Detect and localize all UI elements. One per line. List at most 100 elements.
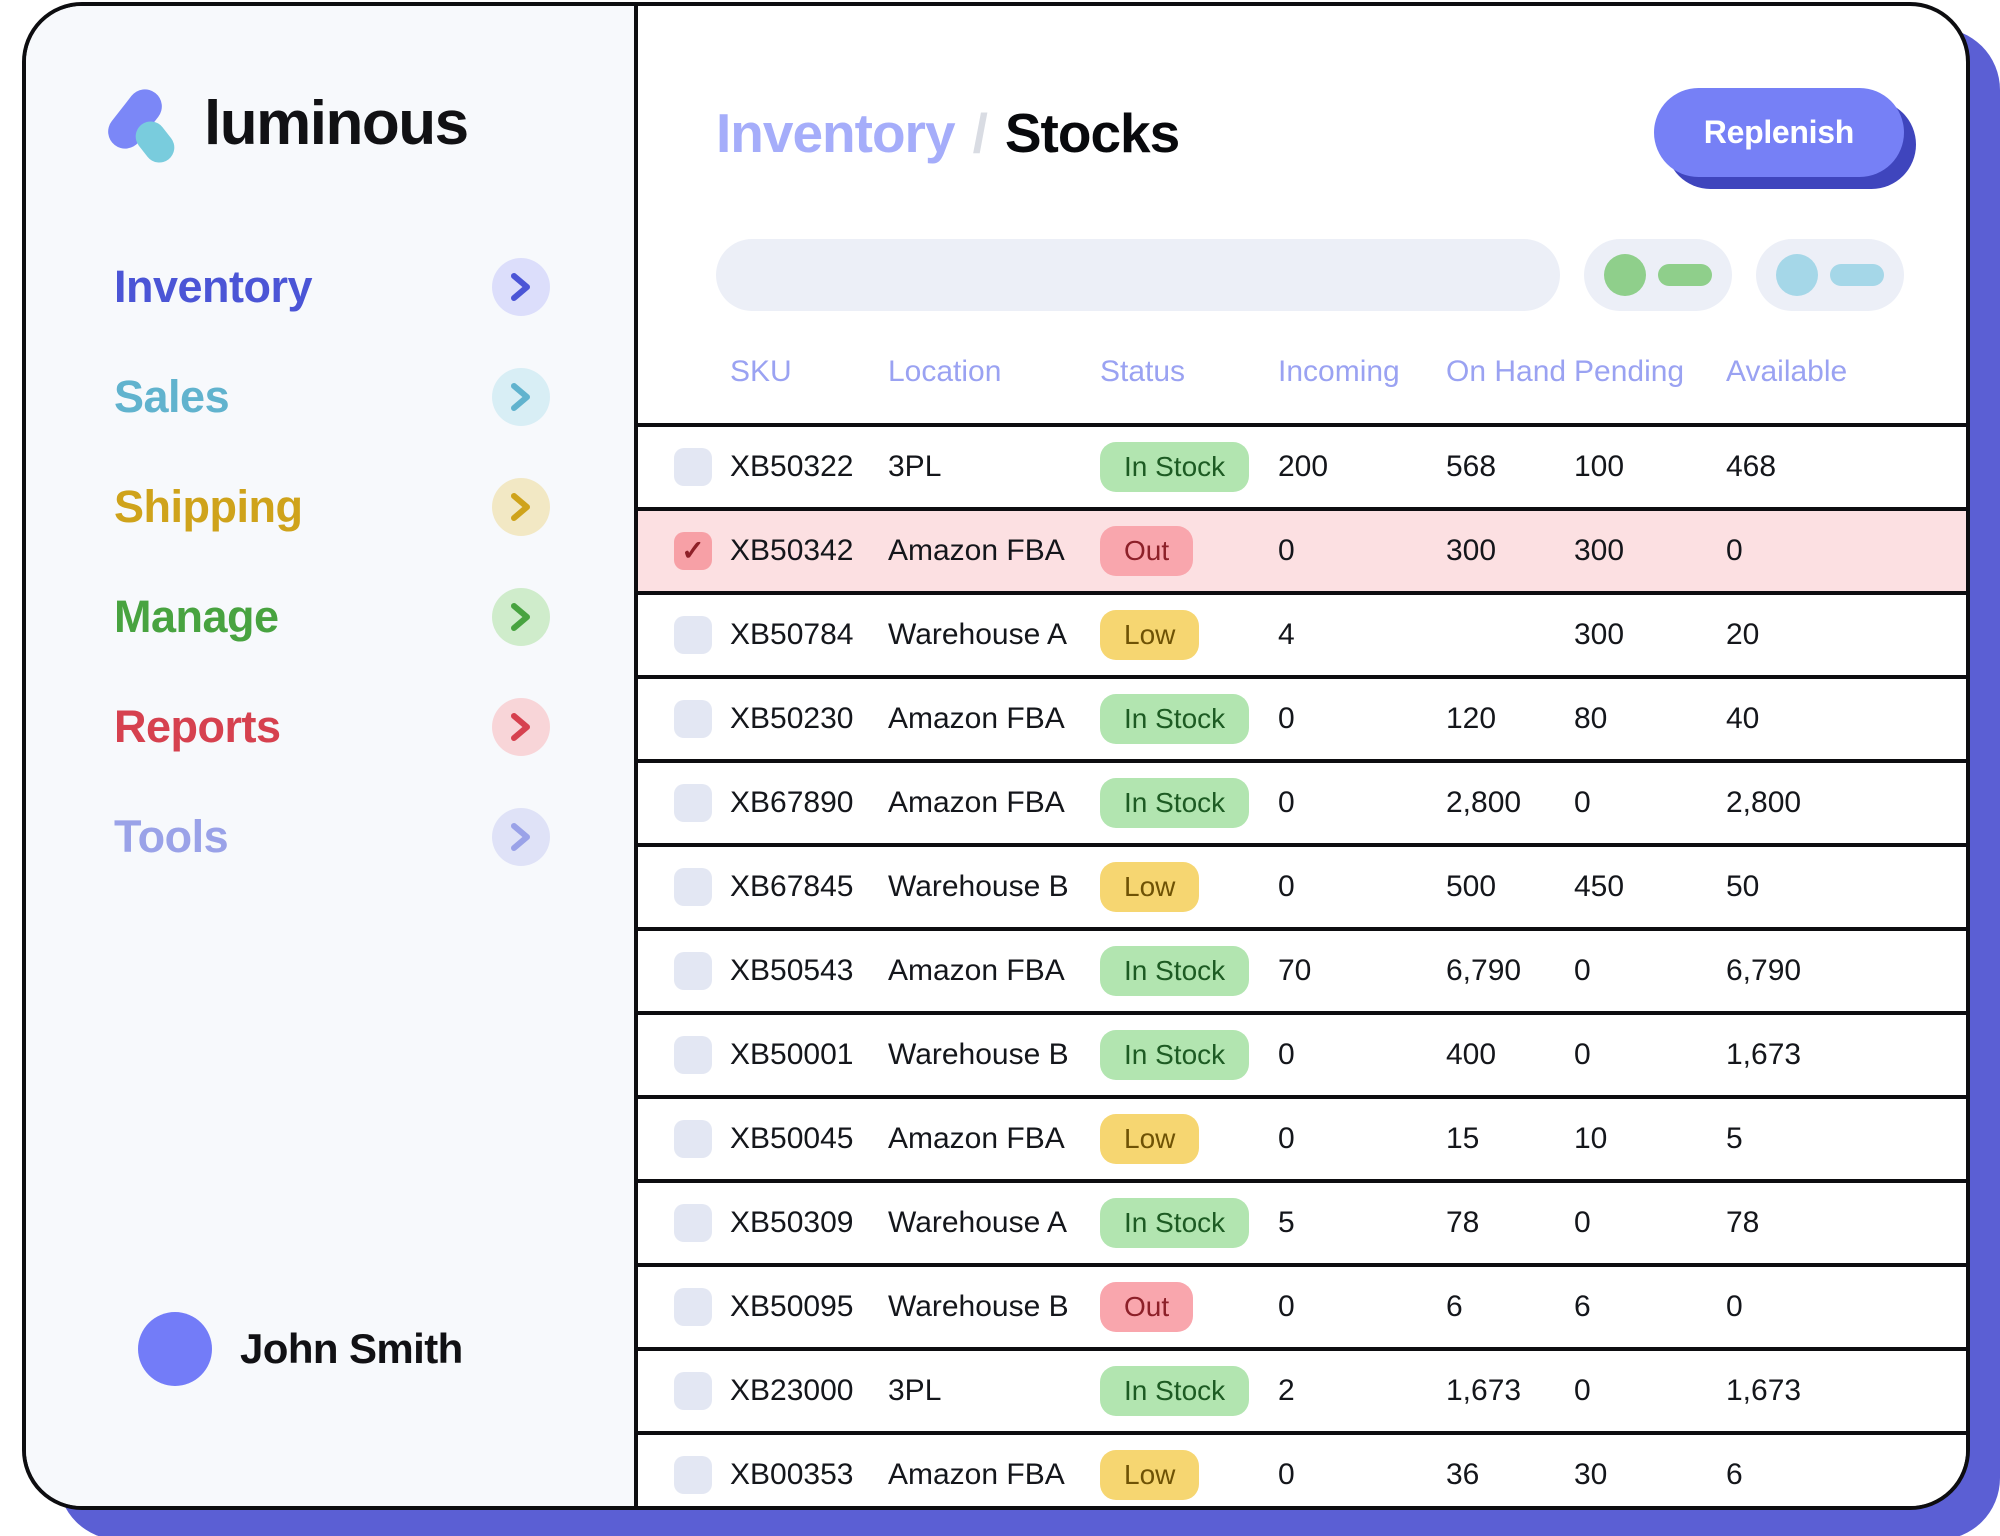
cell-sku: XB50230 xyxy=(730,702,854,735)
cell-on-hand: 500 xyxy=(1446,870,1497,903)
cell-status: In Stock xyxy=(1100,1198,1278,1248)
cell-available: 6 xyxy=(1726,1458,1743,1491)
sidebar-item-sales[interactable]: Sales xyxy=(114,368,550,426)
cell-sku: XB50001 xyxy=(730,1038,854,1071)
column-header-available[interactable]: Available xyxy=(1726,355,1966,389)
filter-chip-green[interactable] xyxy=(1584,239,1732,311)
cell-available: 0 xyxy=(1726,534,1743,567)
sidebar-item-tools[interactable]: Tools xyxy=(114,808,550,866)
main-content: Inventory / Stocks Replenish SKU Locatio… xyxy=(638,6,1966,1506)
cell-available: 5 xyxy=(1726,1122,1743,1155)
chevron-right-icon[interactable] xyxy=(492,368,550,426)
replenish-button[interactable]: Replenish xyxy=(1653,88,1904,177)
status-badge: Out xyxy=(1100,1282,1194,1332)
user-profile[interactable]: John Smith xyxy=(26,1312,634,1506)
column-header-status[interactable]: Status xyxy=(1100,355,1278,389)
row-checkbox[interactable] xyxy=(674,1036,712,1074)
table-row[interactable]: XB50322 3PL In Stock 200 568 100 468 xyxy=(638,427,1966,511)
chevron-right-icon[interactable] xyxy=(492,258,550,316)
row-checkbox-cell xyxy=(638,1456,730,1494)
cell-incoming: 0 xyxy=(1278,786,1295,819)
cell-on-hand: 6,790 xyxy=(1446,954,1522,987)
cell-status: Low xyxy=(1100,1114,1278,1164)
row-checkbox-cell xyxy=(638,868,730,906)
table-row[interactable]: ✓ XB50342 Amazon FBA Out 0 300 300 0 xyxy=(638,511,1966,595)
sidebar-item-inventory[interactable]: Inventory xyxy=(114,258,550,316)
row-checkbox[interactable]: ✓ xyxy=(674,532,712,570)
cell-on-hand: 36 xyxy=(1446,1458,1480,1491)
luminous-logo-icon xyxy=(101,82,186,169)
table-row[interactable]: XB50230 Amazon FBA In Stock 0 120 80 40 xyxy=(638,679,1966,763)
table-row[interactable]: XB50001 Warehouse B In Stock 0 400 0 1,673 xyxy=(638,1015,1966,1099)
cell-available: 1,673 xyxy=(1726,1038,1802,1071)
cell-on-hand: 400 xyxy=(1446,1038,1497,1071)
row-checkbox[interactable] xyxy=(674,448,712,486)
app-window: luminous Inventory Sales Shipping Manage Rep… xyxy=(22,2,1970,1510)
chevron-right-icon[interactable] xyxy=(492,808,550,866)
column-header-on-hand[interactable]: On Hand xyxy=(1446,355,1574,389)
row-checkbox-cell xyxy=(638,616,730,654)
row-checkbox[interactable] xyxy=(674,1456,712,1494)
row-checkbox[interactable] xyxy=(674,1372,712,1410)
row-checkbox[interactable] xyxy=(674,700,712,738)
cell-available: 1,673 xyxy=(1726,1374,1802,1407)
cell-pending: 30 xyxy=(1574,1458,1608,1491)
page-title: Stocks xyxy=(1004,101,1180,164)
brand-logo[interactable]: luminous xyxy=(26,6,634,169)
sidebar-item-manage[interactable]: Manage xyxy=(114,588,550,646)
cell-pending: 0 xyxy=(1574,954,1591,987)
cell-pending: 0 xyxy=(1574,1374,1591,1407)
row-checkbox-cell xyxy=(638,700,730,738)
row-checkbox[interactable] xyxy=(674,1204,712,1242)
cell-on-hand: 6 xyxy=(1446,1290,1463,1323)
table-row[interactable]: XB67845 Warehouse B Low 0 500 450 50 xyxy=(638,847,1966,931)
filter-chip-blue[interactable] xyxy=(1756,239,1904,311)
row-checkbox-cell xyxy=(638,952,730,990)
cell-pending: 100 xyxy=(1574,450,1625,483)
cell-available: 20 xyxy=(1726,618,1760,651)
sidebar-item-label: Shipping xyxy=(114,481,303,532)
cell-pending: 0 xyxy=(1574,786,1591,819)
table-row[interactable]: XB67890 Amazon FBA In Stock 0 2,800 0 2,800 xyxy=(638,763,1966,847)
table-row[interactable]: XB50045 Amazon FBA Low 0 15 10 5 xyxy=(638,1099,1966,1183)
column-header-sku[interactable]: SKU xyxy=(730,355,888,389)
sidebar-item-shipping[interactable]: Shipping xyxy=(114,478,550,536)
sidebar-item-reports[interactable]: Reports xyxy=(114,698,550,756)
cell-pending: 80 xyxy=(1574,702,1608,735)
status-badge: In Stock xyxy=(1100,1198,1250,1248)
cell-location: Amazon FBA xyxy=(888,954,1065,987)
table-row[interactable]: XB50309 Warehouse A In Stock 5 78 0 78 xyxy=(638,1183,1966,1267)
chevron-right-icon[interactable] xyxy=(492,478,550,536)
row-checkbox-cell: ✓ xyxy=(638,532,730,570)
cell-location: Warehouse B xyxy=(888,870,1069,903)
row-checkbox[interactable] xyxy=(674,616,712,654)
column-header-incoming[interactable]: Incoming xyxy=(1278,355,1446,389)
table-row[interactable]: XB50784 Warehouse A Low 4 300 20 xyxy=(638,595,1966,679)
brand-name: luminous xyxy=(204,88,469,158)
table-row[interactable]: XB23000 3PL In Stock 2 1,673 0 1,673 xyxy=(638,1351,1966,1435)
cell-on-hand: 2,800 xyxy=(1446,786,1522,819)
search-input[interactable] xyxy=(716,239,1560,311)
column-header-location[interactable]: Location xyxy=(888,355,1100,389)
row-checkbox[interactable] xyxy=(674,1120,712,1158)
row-checkbox[interactable] xyxy=(674,1288,712,1326)
column-header-pending[interactable]: Pending xyxy=(1574,355,1726,389)
table-row[interactable]: XB00353 Amazon FBA Low 0 36 30 6 xyxy=(638,1435,1966,1506)
table-row[interactable]: XB50543 Amazon FBA In Stock 70 6,790 0 6,790 xyxy=(638,931,1966,1015)
cell-available: 6,790 xyxy=(1726,954,1802,987)
chevron-right-icon[interactable] xyxy=(492,698,550,756)
row-checkbox[interactable] xyxy=(674,952,712,990)
breadcrumb-separator: / xyxy=(972,101,988,164)
cell-location: Warehouse A xyxy=(888,618,1067,651)
row-checkbox-cell xyxy=(638,1288,730,1326)
status-badge: Low xyxy=(1100,1114,1200,1164)
cell-sku: XB50784 xyxy=(730,618,854,651)
row-checkbox[interactable] xyxy=(674,868,712,906)
chip-bar-icon xyxy=(1830,264,1884,286)
chevron-right-icon[interactable] xyxy=(492,588,550,646)
cell-location: Warehouse B xyxy=(888,1038,1069,1071)
row-checkbox[interactable] xyxy=(674,784,712,822)
breadcrumb-parent[interactable]: Inventory xyxy=(716,101,956,165)
cell-pending: 0 xyxy=(1574,1206,1591,1239)
table-row[interactable]: XB50095 Warehouse B Out 0 6 6 0 xyxy=(638,1267,1966,1351)
